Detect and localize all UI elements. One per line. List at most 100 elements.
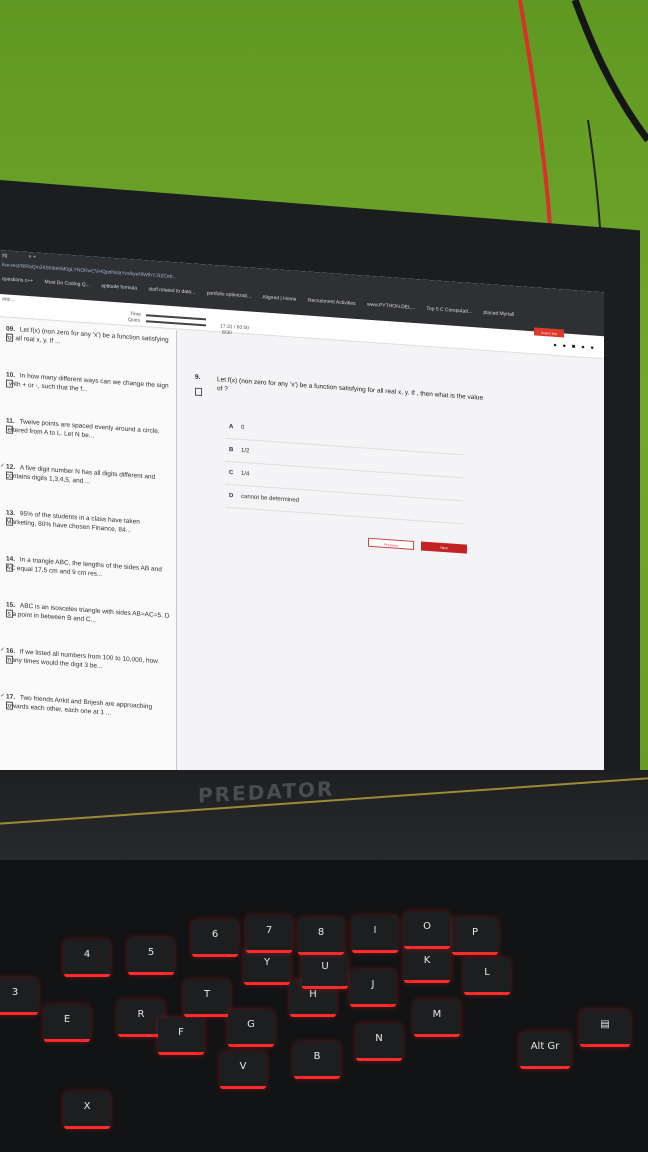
keyboard-key[interactable]: T	[184, 980, 230, 1017]
keyboard-key[interactable]: O	[404, 912, 450, 949]
keyboard-key[interactable]: U	[302, 952, 348, 989]
previous-button[interactable]: Previous	[368, 537, 414, 550]
bookmark-item[interactable]: questions c++	[2, 276, 33, 284]
bookmark-item[interactable]: placed Myrtall	[483, 310, 514, 318]
option-letter: B	[229, 447, 234, 454]
question-list-item[interactable]: ✓ 12. A five digit number N has all digi…	[0, 462, 171, 492]
keyboard-key[interactable]: V	[220, 1052, 266, 1089]
question-preview: Two friends Ankit and Brijesh are approa…	[6, 694, 153, 717]
question-preview: In a triangle ABC, the lengths of the si…	[6, 556, 162, 579]
ques-label: Ques	[128, 316, 140, 324]
question-preview: Twelve points are spaced evenly around a…	[6, 418, 160, 440]
question-list-item[interactable]: 09. Let f(x) (non zero for any 'x') be a…	[6, 324, 171, 354]
flag-icon[interactable]	[6, 701, 13, 710]
header-icons[interactable]: ● ● ■ ● ●	[553, 343, 596, 352]
question-list-item[interactable]: 14. In a triangle ABC, the lengths of th…	[6, 554, 171, 584]
question-number: 13.	[6, 509, 16, 518]
question-preview: If we listed all numbers from 100 to 10,…	[6, 648, 158, 671]
app-label: anp...	[2, 296, 15, 304]
answered-check-icon: ✓	[0, 463, 6, 470]
question-list-item[interactable]: 15. ABC is an isosceles triangle with si…	[6, 600, 171, 630]
question-list-item[interactable]: ✓ 16. If we listed all numbers from 100 …	[0, 646, 171, 676]
keyboard-key[interactable]: J	[350, 970, 396, 1007]
keyboard-key[interactable]: Y	[244, 948, 290, 985]
laptop-screen: yg × + live-test/NlRaQm2K5h9tehM0gLYNORw…	[0, 250, 604, 813]
option-text: 1/2	[241, 447, 250, 455]
answered-check-icon: ✓	[0, 693, 6, 700]
bookmark-item[interactable]: Top 5 C Computati...	[426, 306, 472, 315]
option-text: 1/4	[241, 470, 250, 478]
flag-icon[interactable]	[6, 379, 13, 388]
bookmark-item[interactable]: Aligned | Home	[262, 294, 296, 302]
bookmark-item[interactable]: Must Do Coding Q...	[45, 279, 90, 288]
question-count: 8/30	[222, 329, 232, 337]
keyboard-key[interactable]: L	[464, 958, 510, 995]
question-panel: 9. Let f(x) (non zero for any 'x') be a …	[195, 373, 495, 402]
flag-icon[interactable]	[6, 609, 13, 618]
keyboard-key[interactable]: X	[64, 1092, 110, 1129]
ques-progress-bar	[146, 320, 206, 327]
option-letter: D	[229, 493, 234, 500]
question-number: 10.	[6, 371, 16, 380]
question-list-item[interactable]: 11. Twelve points are spaced evenly arou…	[6, 416, 171, 446]
question-number: 17.	[6, 693, 16, 702]
option-text: 0	[241, 424, 245, 432]
keyboard-key[interactable]: P	[452, 918, 498, 955]
flag-icon[interactable]	[6, 333, 13, 342]
question-number: 9.	[195, 373, 201, 382]
keyboard-key[interactable]: I	[352, 916, 398, 953]
flag-icon[interactable]	[6, 563, 13, 572]
question-preview: 95% of the students in a class have take…	[6, 510, 140, 535]
time-progress-bar	[146, 314, 206, 321]
menu-key-icon[interactable]: ▤	[580, 1010, 630, 1047]
keyboard-key[interactable]: 5	[128, 938, 174, 975]
keyboard-key[interactable]: F	[158, 1018, 204, 1055]
question-list-item[interactable]: 10. In how many different ways can we ch…	[6, 370, 171, 400]
question-number: 15.	[6, 601, 16, 610]
bookmark-item[interactable]: www.PYTHON.DEL...	[367, 302, 415, 311]
keyboard-key[interactable]: 6	[192, 920, 238, 957]
question-preview: Let f(x) (non zero for any 'x') be a fun…	[6, 326, 169, 346]
flag-icon[interactable]	[6, 425, 13, 434]
bookmark-item[interactable]: stuff related to data...	[148, 286, 195, 295]
tab-controls[interactable]: × +	[29, 254, 36, 261]
keyboard-key[interactable]: 7	[246, 916, 292, 953]
flag-icon[interactable]	[6, 655, 13, 664]
keyboard-key[interactable]: K	[404, 946, 450, 983]
next-button[interactable]: Next	[421, 541, 467, 554]
question-text: Let f(x) (non zero for any 'x') be a fun…	[217, 376, 484, 402]
bookmark-item[interactable]: portfolio optimizati...	[207, 290, 251, 299]
flag-icon[interactable]	[6, 517, 13, 526]
answered-check-icon: ✓	[0, 647, 6, 654]
question-list-sidebar: 09. Let f(x) (non zero for any 'x') be a…	[0, 318, 177, 791]
keyboard: 3 4 5 R E T G Y H U J N B K M L P O I 8 …	[0, 860, 648, 1152]
bookmark-item[interactable]: aptitude formula	[101, 283, 137, 292]
keyboard-key[interactable]: 3	[0, 978, 38, 1015]
question-preview: A five digit number N has all digits dif…	[6, 464, 156, 486]
question-list-item[interactable]: ✓ 17. Two friends Ankit and Brijesh are …	[0, 692, 171, 722]
tab-label: yg	[2, 252, 8, 259]
keyboard-key[interactable]: N	[356, 1024, 402, 1061]
keyboard-key[interactable]: M	[414, 1000, 460, 1037]
question-preview: In how many different ways can we change…	[6, 372, 169, 394]
option-letter: C	[229, 470, 234, 477]
option-letter: A	[229, 424, 234, 431]
question-number: 11.	[6, 417, 15, 426]
flag-icon[interactable]	[6, 471, 13, 480]
keyboard-key[interactable]: B	[294, 1042, 340, 1079]
option-text: cannot be determined	[241, 493, 300, 504]
browser-tab[interactable]: yg × +	[2, 252, 36, 260]
keyboard-key[interactable]: 4	[64, 940, 110, 977]
question-preview: ABC is an isosceles triangle with sides …	[6, 602, 170, 624]
keyboard-key[interactable]: E	[44, 1005, 90, 1042]
question-number: 12.	[6, 463, 16, 472]
bookmark-item[interactable]: Recruitment Activities	[308, 298, 356, 307]
keyboard-key[interactable]: 8	[298, 918, 344, 955]
question-list-item[interactable]: 13. 95% of the students in a class have …	[6, 508, 171, 538]
flag-icon[interactable]	[195, 387, 202, 397]
question-number: 14.	[6, 555, 16, 564]
keyboard-key[interactable]: G	[228, 1010, 274, 1047]
alt-gr-key[interactable]: Alt Gr	[520, 1032, 570, 1069]
answer-options: A 0 B 1/2 C 1/4 D cannot be determined	[225, 415, 463, 525]
question-number: 09.	[6, 325, 16, 334]
